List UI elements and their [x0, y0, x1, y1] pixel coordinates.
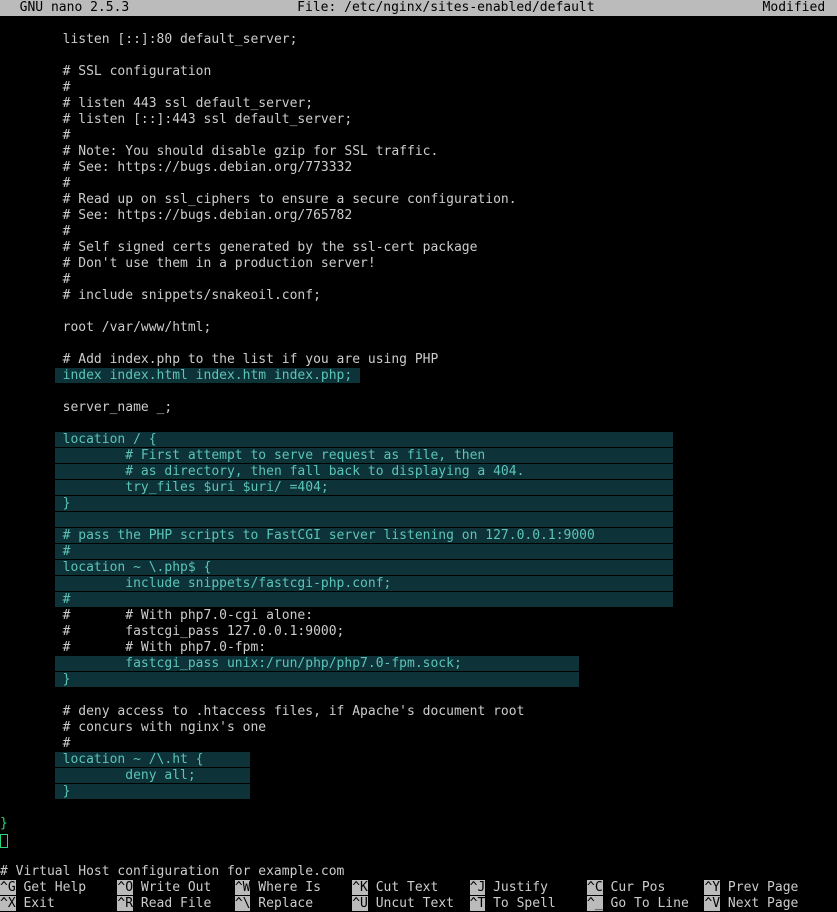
help-key[interactable]: ^J	[470, 880, 486, 895]
help-label: Next Page	[720, 896, 822, 911]
help-key[interactable]: ^G	[0, 880, 16, 895]
help-key[interactable]: ^_	[587, 896, 603, 911]
help-label: Justify	[485, 880, 587, 895]
help-label: Cut Text	[368, 880, 470, 895]
editor-line[interactable]: location / {	[0, 432, 837, 448]
editor-line[interactable]	[0, 304, 837, 320]
editor-line[interactable]: #	[0, 176, 837, 192]
help-label: Go To Line	[603, 896, 705, 911]
editor-line[interactable]: # pass the PHP scripts to FastCGI server…	[0, 528, 837, 544]
editor-line[interactable]: # deny access to .htaccess files, if Apa…	[0, 704, 837, 720]
editor-line[interactable]: #	[0, 592, 837, 608]
editor-line[interactable]: }	[0, 496, 837, 512]
editor-line[interactable]: include snippets/fastcgi-php.conf;	[0, 576, 837, 592]
editor-line[interactable]: #	[0, 272, 837, 288]
help-key[interactable]: ^T	[470, 896, 486, 911]
editor-line[interactable]	[0, 848, 837, 864]
help-label: Write Out	[133, 880, 235, 895]
help-key[interactable]: ^K	[352, 880, 368, 895]
help-bar: ^G Get Help ^O Write Out ^W Where Is ^K …	[0, 880, 837, 912]
editor-line[interactable]: }	[0, 672, 837, 688]
editor-line[interactable]	[0, 512, 837, 528]
editor-line[interactable]: # Virtual Host configuration for example…	[0, 864, 837, 880]
editor-line[interactable]: # SSL configuration	[0, 64, 837, 80]
editor-line[interactable]: #	[0, 80, 837, 96]
editor-line[interactable]: # as directory, then fall back to displa…	[0, 464, 837, 480]
help-label: Where Is	[250, 880, 352, 895]
editor-line[interactable]: # Read up on ssl_ciphers to ensure a sec…	[0, 192, 837, 208]
editor-line[interactable]: root /var/www/html;	[0, 320, 837, 336]
editor-line[interactable]: }	[0, 784, 837, 800]
editor-line[interactable]: try_files $uri $uri/ =404;	[0, 480, 837, 496]
editor-line[interactable]: #	[0, 544, 837, 560]
editor-line[interactable]: # listen 443 ssl default_server;	[0, 96, 837, 112]
editor-line[interactable]: # Self signed certs generated by the ssl…	[0, 240, 837, 256]
cursor	[0, 834, 8, 848]
editor-line[interactable]: # First attempt to serve request as file…	[0, 448, 837, 464]
help-key[interactable]: ^V	[704, 896, 720, 911]
help-key[interactable]: ^R	[117, 896, 133, 911]
help-label: Replace	[250, 896, 352, 911]
editor-line[interactable]: #	[0, 736, 837, 752]
help-key[interactable]: ^Y	[704, 880, 720, 895]
editor-line[interactable]: # Don't use them in a production server!	[0, 256, 837, 272]
help-key[interactable]: ^C	[587, 880, 603, 895]
editor-line[interactable]	[0, 48, 837, 64]
editor-line[interactable]	[0, 336, 837, 352]
editor-line[interactable]: listen [::]:80 default_server;	[0, 32, 837, 48]
editor-line[interactable]: #	[0, 128, 837, 144]
file-path: File: /etc/nginx/sites-enabled/default	[129, 0, 762, 16]
editor-line[interactable]: location ~ /\.ht {	[0, 752, 837, 768]
editor-line[interactable]	[0, 800, 837, 816]
help-key[interactable]: ^W	[235, 880, 251, 895]
editor-line[interactable]: # # With php7.0-fpm:	[0, 640, 837, 656]
help-key[interactable]: ^X	[0, 896, 16, 911]
editor-line[interactable]: # Add index.php to the list if you are u…	[0, 352, 837, 368]
editor-line[interactable]: # Note: You should disable gzip for SSL …	[0, 144, 837, 160]
help-label: Exit	[16, 896, 118, 911]
editor-line[interactable]: location ~ \.php$ {	[0, 560, 837, 576]
help-key[interactable]: ^O	[117, 880, 133, 895]
editor-line[interactable]: fastcgi_pass unix:/run/php/php7.0-fpm.so…	[0, 656, 837, 672]
editor-line[interactable]: # include snippets/snakeoil.conf;	[0, 288, 837, 304]
editor-line[interactable]: index index.html index.htm index.php;	[0, 368, 837, 384]
app-name: GNU nano 2.5.3	[0, 0, 129, 16]
modified-status: Modified	[763, 0, 837, 16]
editor-line[interactable]	[0, 832, 837, 848]
help-label: Prev Page	[720, 880, 822, 895]
editor-line[interactable]: #	[0, 224, 837, 240]
editor-line[interactable]	[0, 688, 837, 704]
editor-line[interactable]: # See: https://bugs.debian.org/765782	[0, 208, 837, 224]
editor-line[interactable]: # See: https://bugs.debian.org/773332	[0, 160, 837, 176]
editor-area[interactable]: listen [::]:80 default_server; # SSL con…	[0, 16, 837, 896]
help-key[interactable]: ^\	[235, 896, 251, 911]
help-label: Uncut Text	[368, 896, 470, 911]
editor-line[interactable]	[0, 384, 837, 400]
editor-line[interactable]: # listen [::]:443 ssl default_server;	[0, 112, 837, 128]
help-key[interactable]: ^U	[352, 896, 368, 911]
help-label: To Spell	[485, 896, 587, 911]
help-label: Read File	[133, 896, 235, 911]
editor-line[interactable]: server_name _;	[0, 400, 837, 416]
help-label: Get Help	[16, 880, 118, 895]
editor-line[interactable]: # fastcgi_pass 127.0.0.1:9000;	[0, 624, 837, 640]
editor-line[interactable]: }	[0, 816, 837, 832]
editor-line[interactable]: # # With php7.0-cgi alone:	[0, 608, 837, 624]
editor-line[interactable]: # concurs with nginx's one	[0, 720, 837, 736]
editor-line[interactable]: deny all;	[0, 768, 837, 784]
title-bar: GNU nano 2.5.3 File: /etc/nginx/sites-en…	[0, 0, 837, 16]
editor-line[interactable]	[0, 416, 837, 432]
help-label: Cur Pos	[603, 880, 705, 895]
